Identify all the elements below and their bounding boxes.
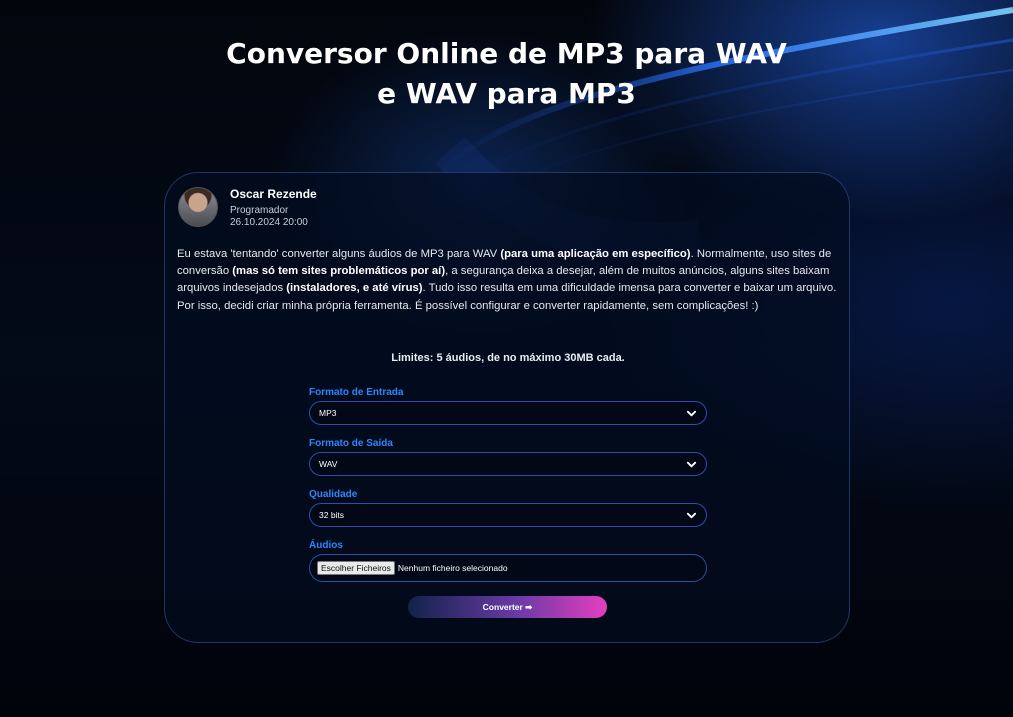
page-title-line-2: e WAV para MP3 [377,77,636,110]
author-info: Oscar Rezende Programador 26.10.2024 20:… [230,187,317,229]
chevron-down-icon [686,512,697,519]
page-title: Conversor Online de MP3 para WAV e WAV p… [0,34,1013,114]
author-role: Programador [230,205,289,216]
file-status: Nenhum ficheiro selecionado [397,563,508,573]
quality-select[interactable]: 32 bits [309,503,707,527]
quality-label: Qualidade [309,489,358,500]
intro-bold-2: (mas só tem sites problemáticos por aí) [232,265,446,278]
post-date: 26.10.2024 20:00 [230,217,308,228]
page: Conversor Online de MP3 para WAV e WAV p… [0,0,1013,717]
audio-file-input[interactable]: Escolher Ficheiros Nenhum ficheiro selec… [309,554,707,582]
page-title-line-1: Conversor Online de MP3 para WAV [226,37,787,70]
intro-text-1: Eu estava 'tentando' converter alguns áu… [177,248,501,260]
intro-bold-3: (instaladores, e até vírus) [286,282,423,295]
input-format-field: Formato de Entrada MP3 [309,387,707,438]
audios-field: Áudios Escolher Ficheiros Nenhum ficheir… [309,540,707,591]
intro-bold-1: (para uma aplicação em específico) [500,248,691,260]
author-block: Oscar Rezende Programador 26.10.2024 20:… [178,187,317,229]
quality-value: 32 bits [319,510,345,520]
input-format-label: Formato de Entrada [309,387,404,398]
converter-card: Oscar Rezende Programador 26.10.2024 20:… [164,172,850,643]
avatar [178,187,218,227]
quality-field: Qualidade 32 bits [309,489,707,540]
intro-paragraph: Eu estava 'tentando' converter alguns áu… [177,246,837,315]
output-format-value: WAV [319,459,338,469]
chevron-down-icon [686,461,697,468]
input-format-select[interactable]: MP3 [309,401,707,425]
choose-files-button[interactable]: Escolher Ficheiros [317,561,395,575]
audios-label: Áudios [309,540,343,551]
input-format-value: MP3 [319,408,337,418]
convert-button[interactable]: Converter ➡ [408,596,607,618]
output-format-field: Formato de Saída WAV [309,438,707,489]
output-format-select[interactable]: WAV [309,452,707,476]
limits-notice: Limites: 5 áudios, de no máximo 30MB cad… [391,352,625,364]
converter-form: Formato de Entrada MP3 Formato de Saída … [309,387,707,591]
author-name: Oscar Rezende [230,187,317,201]
chevron-down-icon [686,410,697,417]
output-format-label: Formato de Saída [309,438,393,449]
